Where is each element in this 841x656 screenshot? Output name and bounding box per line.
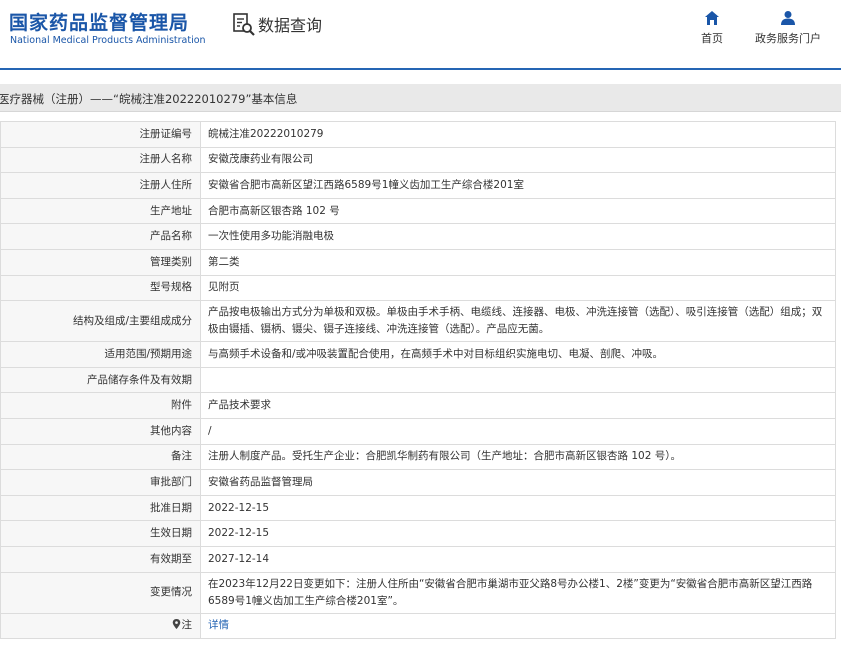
field-label: 产品储存条件及有效期 [0,366,201,394]
table-row: 注册证编号 皖械注准20222010279 [0,121,836,148]
nav-service-portal[interactable]: 政务服务门户 [752,10,824,46]
page-title: 医疗器械（注册）——“皖械注准20222010279”基本信息 [0,92,298,106]
field-value [200,366,836,394]
field-value: 合肥市高新区银杏路 102 号 [200,197,836,225]
field-value: 安徽省合肥市高新区望江西路6589号1幢义齿加工生产综合楼201室 [200,172,836,199]
field-label: 审批部门 [0,469,201,496]
home-icon [705,11,719,25]
field-value: 第二类 [200,248,836,276]
table-row: 注册人名称 安徽茂康药业有限公司 [0,146,836,174]
field-label: 管理类别 [0,248,201,276]
table-row: 注 详情 [0,612,836,640]
field-label: 变更情况 [0,571,201,614]
details-link[interactable]: 详情 [208,619,229,631]
field-label: 生效日期 [0,520,201,547]
site-logo-en[interactable]: National Medical Products Administration [10,35,206,46]
field-label: 适用范围/预期用途 [0,341,201,368]
field-value: 安徽省药品监督管理局 [200,469,836,496]
field-label: 生产地址 [0,197,201,225]
field-value: 产品按电极输出方式分为单极和双极。单极由手术手柄、电缆线、连接器、电极、冲洗连接… [200,300,836,343]
note-value-cell: 详情 [200,612,836,640]
table-row: 变更情况 在2023年12月22日变更如下：注册人住所由“安徽省合肥市巢湖市亚父… [0,571,836,614]
table-row: 适用范围/预期用途 与高频手术设备和/或冲吸装置配合使用，在高频手术中对目标组织… [0,341,836,368]
field-label: 产品名称 [0,223,201,250]
table-row: 有效期至 2027-12-14 [0,545,836,573]
page-title-bar: 医疗器械（注册）——“皖械注准20222010279”基本信息 [0,84,841,112]
data-query-title: 数据查询 [232,12,322,36]
table-row: 产品名称 一次性使用多功能消融电极 [0,223,836,250]
field-value: / [200,417,836,445]
field-value: 2022-12-15 [200,520,836,547]
nav-home-label: 首页 [701,32,723,45]
table-row: 生效日期 2022-12-15 [0,520,836,547]
table-row: 备注 注册人制度产品。受托生产企业：合肥凯华制药有限公司（生产地址：合肥市高新区… [0,443,836,471]
table-row: 其他内容 / [0,417,836,445]
nav-home[interactable]: 首页 [698,10,726,46]
table-row: 管理类别 第二类 [0,248,836,276]
field-label: 有效期至 [0,545,201,573]
table-row: 产品储存条件及有效期 [0,366,836,394]
site-logo-cn[interactable]: 国家药品监督管理局 [9,8,189,35]
field-value: 见附页 [200,274,836,302]
field-label: 批准日期 [0,494,201,522]
site-header: 国家药品监督管理局 National Medical Products Admi… [0,0,841,70]
table-row: 结构及组成/主要组成成分 产品按电极输出方式分为单极和双极。单极由手术手柄、电缆… [0,300,836,343]
field-label: 附件 [0,392,201,419]
field-value: 一次性使用多功能消融电极 [200,223,836,250]
note-label: 注 [181,619,193,632]
nav-service-label: 政务服务门户 [755,32,821,45]
field-value: 2027-12-14 [200,545,836,573]
field-label: 其他内容 [0,417,201,445]
table-row: 注册人住所 安徽省合肥市高新区望江西路6589号1幢义齿加工生产综合楼201室 [0,172,836,199]
field-label: 备注 [0,443,201,471]
field-value: 皖械注准20222010279 [200,121,836,148]
user-icon [781,11,795,25]
field-label: 注册人名称 [0,146,201,174]
field-label: 结构及组成/主要组成成分 [0,300,201,343]
field-label: 型号规格 [0,274,201,302]
field-value: 产品技术要求 [200,392,836,419]
field-value: 安徽茂康药业有限公司 [200,146,836,174]
table-row: 批准日期 2022-12-15 [0,494,836,522]
table-row: 附件 产品技术要求 [0,392,836,419]
table-row: 审批部门 安徽省药品监督管理局 [0,469,836,496]
detail-table: 注册证编号 皖械注准20222010279 注册人名称 安徽茂康药业有限公司 注… [0,121,836,640]
field-label: 注册人住所 [0,172,201,199]
header-divider [0,68,841,70]
data-query-label: 数据查询 [258,16,323,35]
document-search-icon [233,13,255,36]
field-value: 注册人制度产品。受托生产企业：合肥凯华制药有限公司（生产地址：合肥市高新区银杏路… [200,443,836,471]
pin-icon [172,619,180,630]
field-value: 2022-12-15 [200,494,836,522]
field-value: 在2023年12月22日变更如下：注册人住所由“安徽省合肥市巢湖市亚父路8号办公… [200,571,836,614]
field-label: 注册证编号 [0,121,201,148]
table-row: 型号规格 见附页 [0,274,836,302]
table-row: 生产地址 合肥市高新区银杏路 102 号 [0,197,836,225]
field-value: 与高频手术设备和/或冲吸装置配合使用，在高频手术中对目标组织实施电切、电凝、剖爬… [200,341,836,368]
note-label-cell: 注 [0,612,201,640]
